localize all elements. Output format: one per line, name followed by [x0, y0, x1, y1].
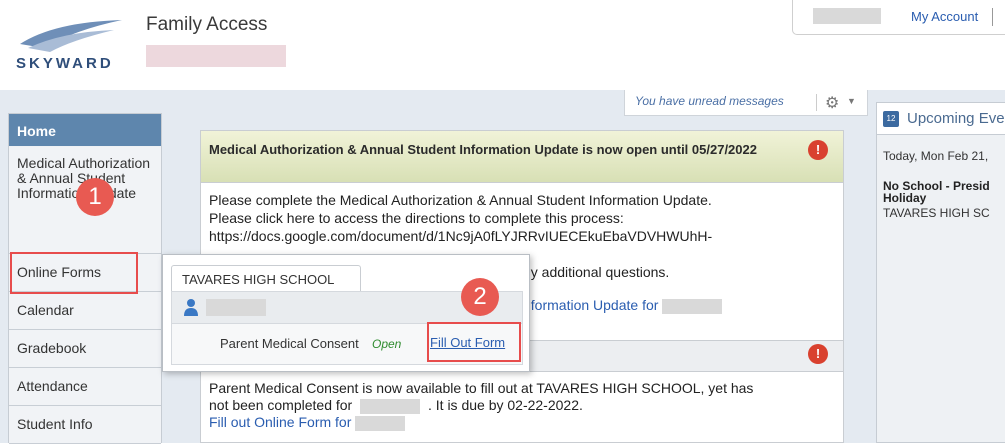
event-title-line: Holiday: [883, 191, 927, 205]
link-text[interactable]: Fill out Online Form for: [209, 414, 351, 430]
redacted-student-name: [206, 299, 266, 316]
form-name: Parent Medical Consent: [220, 336, 359, 351]
upcoming-events-panel: 12 Upcoming Events Today, Mon Feb 21, No…: [876, 102, 1005, 443]
divider: [816, 94, 817, 111]
message-text: . It is due by 02-22-2022.: [428, 397, 583, 413]
account-bar: My Account: [792, 0, 1005, 35]
message-line: Please click here to access the directio…: [209, 210, 624, 226]
unread-messages-link[interactable]: You have unread messages: [635, 94, 784, 108]
sidebar-item-home[interactable]: Home: [9, 114, 161, 146]
message-text: not been completed for: [209, 397, 353, 413]
calendar-icon: 12: [883, 111, 899, 127]
alert-icon: !: [808, 140, 828, 160]
step-callout-2: 2: [461, 278, 499, 316]
event-school: TAVARES HIGH SC: [883, 206, 990, 220]
message-line: Parent Medical Consent is now available …: [209, 380, 754, 396]
form-status: Open: [372, 337, 402, 351]
redacted-user-name: [813, 8, 881, 24]
event-date: Today, Mon Feb 21,: [883, 149, 989, 163]
alert-icon: !: [808, 344, 828, 364]
divider: [992, 8, 993, 26]
events-title[interactable]: Upcoming Events: [907, 110, 1005, 127]
step-callout-1: 1: [76, 178, 114, 216]
logo-text: SKYWARD: [16, 55, 114, 72]
online-forms-highlight: [10, 252, 138, 294]
redacted-student-name: [355, 415, 406, 431]
app-title: Family Access: [146, 14, 268, 35]
event-title[interactable]: No School - Presid Holiday: [883, 180, 990, 204]
skyward-logo[interactable]: SKYWARD: [14, 14, 129, 74]
messages-bar: You have unread messages ⚙ ▼: [624, 90, 868, 116]
sidebar-item-attendance[interactable]: Attendance: [9, 368, 161, 406]
message-title: Medical Authorization & Annual Student I…: [209, 142, 757, 157]
message-body: Parent Medical Consent is now available …: [209, 380, 829, 431]
tab-school[interactable]: TAVARES HIGH SCHOOL: [171, 265, 361, 291]
chevron-down-icon[interactable]: ▼: [847, 96, 856, 106]
message-line: not been completed for . It is due by 02…: [209, 397, 829, 414]
medical-update-link[interactable]: nformation Update for: [523, 297, 723, 314]
sidebar-item-student-info[interactable]: Student Info: [9, 406, 161, 444]
redacted-student-name: [360, 398, 421, 414]
app-header: SKYWARD Family Access My Account: [0, 0, 1005, 90]
message-header: Medical Authorization & Annual Student I…: [201, 131, 843, 183]
sidebar-item-gradebook[interactable]: Gradebook: [9, 330, 161, 368]
directions-url-link[interactable]: https://docs.google.com/document/d/1Nc9j…: [209, 227, 829, 245]
redacted-student-name: [662, 298, 723, 314]
fill-out-form-highlight: [427, 322, 521, 362]
events-header: 12 Upcoming Events: [877, 103, 1005, 135]
sidebar-item-calendar[interactable]: Calendar: [9, 292, 161, 330]
gear-icon[interactable]: ⚙: [825, 93, 839, 113]
redacted-student-name: [146, 45, 286, 67]
message-line: Please complete the Medical Authorizatio…: [209, 192, 712, 208]
person-icon: [184, 299, 198, 316]
fill-out-online-form-link[interactable]: Fill out Online Form for: [209, 414, 829, 431]
my-account-link[interactable]: My Account: [911, 9, 978, 24]
link-text[interactable]: nformation Update for: [523, 297, 658, 313]
